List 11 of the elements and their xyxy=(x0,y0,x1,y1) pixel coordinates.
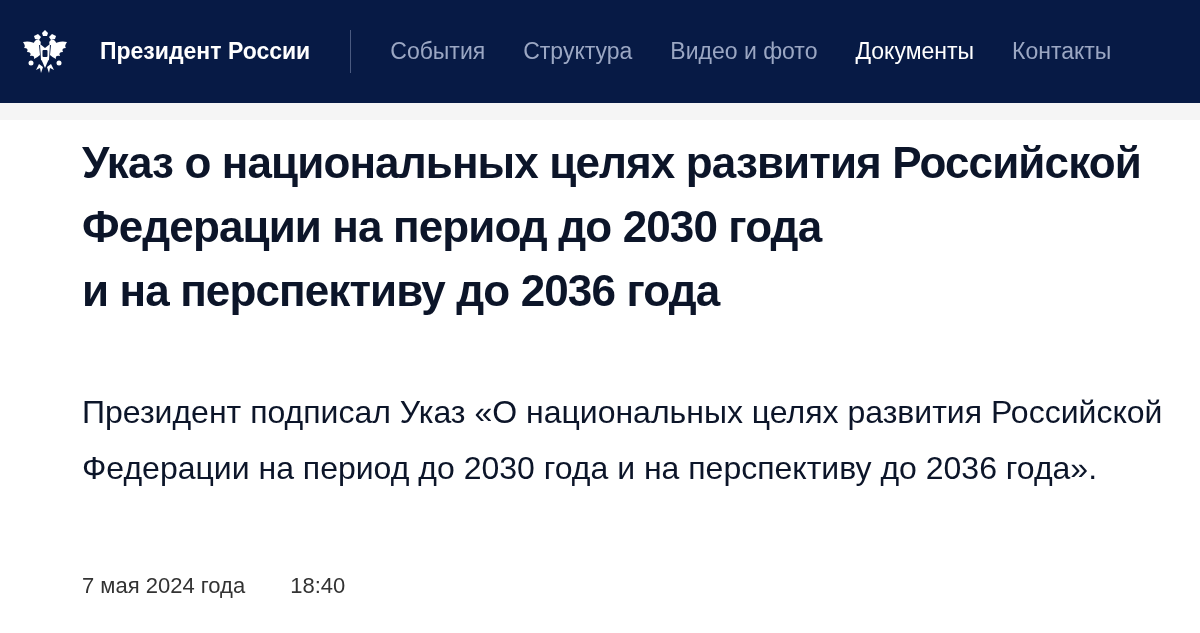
publication-time: 18:40 xyxy=(290,572,346,600)
eagle-emblem-icon xyxy=(22,29,68,74)
article-lead: Президент подписал Указ «О национальных целях развития Российской Федерации на период до 2030 года и на перспективу до 2036 года». xyxy=(82,393,1164,488)
nav-link[interactable]: Структура xyxy=(523,34,633,69)
nav-link[interactable]: Видео и фото xyxy=(670,34,818,69)
nav-link[interactable]: События xyxy=(390,34,486,69)
article-title: Указ о национальных целях развития Российской Федерации на период до 2030 года и на перспективу до 2036 года xyxy=(82,137,1142,317)
publication-date: 7 мая 2024 года xyxy=(82,572,246,600)
site-title-link[interactable]: Президент России xyxy=(100,34,311,69)
nav-link[interactable]: Документы xyxy=(855,34,974,69)
nav-link[interactable]: Контакты xyxy=(1012,34,1112,69)
